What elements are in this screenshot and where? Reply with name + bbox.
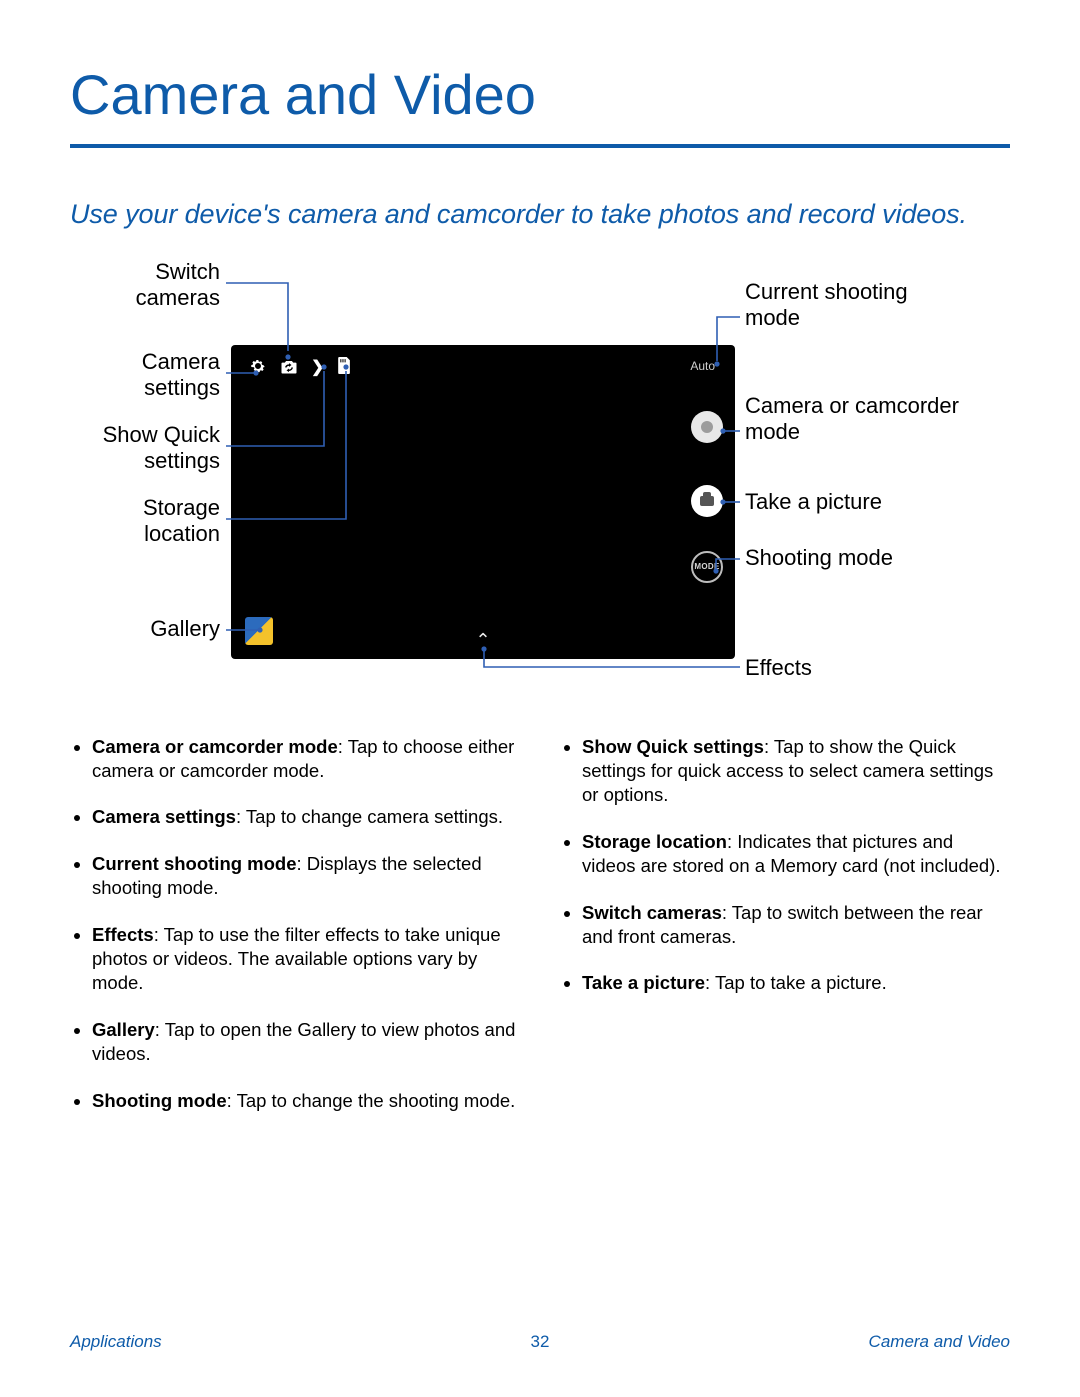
callout-effects: Effects xyxy=(745,655,965,682)
callout-gallery: Gallery xyxy=(70,616,220,643)
footer-section-left: Applications xyxy=(70,1332,162,1352)
page-footer: Applications 32 Camera and Video xyxy=(70,1332,1010,1352)
callout-switch-cameras: Switch cameras xyxy=(70,259,220,313)
bullet-item: Camera settings: Tap to change camera se… xyxy=(92,805,520,829)
callout-current-mode: Current shooting mode xyxy=(745,279,965,333)
storage-icon[interactable] xyxy=(337,357,350,379)
callout-storage: Storage location xyxy=(70,495,220,549)
callout-show-quick: Show Quick settings xyxy=(70,422,220,476)
switch-camera-icon[interactable] xyxy=(279,357,299,380)
bullet-item: Take a picture: Tap to take a picture. xyxy=(582,971,1010,995)
description-columns: Camera or camcorder mode: Tap to choose … xyxy=(70,735,1010,1135)
bullet-item: Current shooting mode: Displays the sele… xyxy=(92,852,520,901)
title-rule xyxy=(70,144,1010,148)
callout-camera-settings: Camera settings xyxy=(70,349,220,403)
callout-take-picture: Take a picture xyxy=(745,489,995,516)
camcorder-toggle[interactable] xyxy=(691,411,723,443)
desc-col-right: Show Quick settings: Tap to show the Qui… xyxy=(560,735,1010,1135)
shutter-button[interactable] xyxy=(691,485,723,517)
callout-cam-or-vid: Camera or camcorder mode xyxy=(745,393,965,447)
settings-icon[interactable] xyxy=(249,357,267,380)
callout-shooting-mode: Shooting mode xyxy=(745,545,965,572)
diagram-area: Switch cameras Camera settings Show Quic… xyxy=(70,259,1010,689)
manual-page: Camera and Video Use your device's camer… xyxy=(0,0,1080,1397)
bullet-item: Camera or camcorder mode: Tap to choose … xyxy=(92,735,520,784)
page-title: Camera and Video xyxy=(70,64,1010,126)
bullet-item: Switch cameras: Tap to switch between th… xyxy=(582,901,1010,950)
bullet-item: Storage location: Indicates that picture… xyxy=(582,830,1010,879)
current-mode-label: Auto xyxy=(690,359,715,373)
mode-button[interactable]: MODE xyxy=(691,551,723,583)
desc-col-left: Camera or camcorder mode: Tap to choose … xyxy=(70,735,520,1135)
bullet-item: Effects: Tap to use the filter effects t… xyxy=(92,923,520,996)
page-intro: Use your device's camera and camcorder t… xyxy=(70,198,1010,231)
effects-caret-icon[interactable]: ⌃ xyxy=(475,630,490,651)
footer-page-number: 32 xyxy=(531,1332,550,1352)
camera-screenshot: ❯ Auto MODE ⌃ xyxy=(231,345,735,659)
gallery-thumbnail[interactable] xyxy=(245,617,273,645)
footer-section-right: Camera and Video xyxy=(869,1332,1010,1352)
quick-settings-icon[interactable]: ❯ xyxy=(311,357,324,377)
bullet-item: Shooting mode: Tap to change the shootin… xyxy=(92,1089,520,1113)
bullet-item: Show Quick settings: Tap to show the Qui… xyxy=(582,735,1010,808)
bullet-item: Gallery: Tap to open the Gallery to view… xyxy=(92,1018,520,1067)
